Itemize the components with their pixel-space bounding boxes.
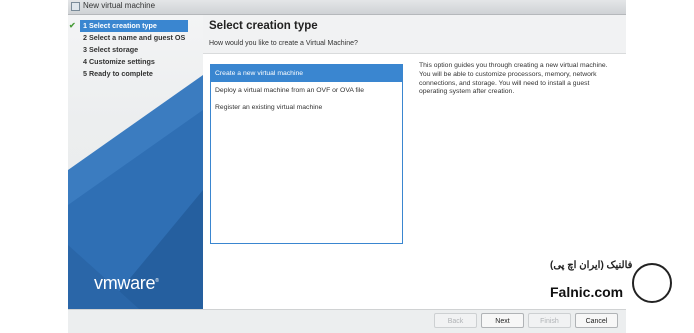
- vm-window-icon: [71, 2, 80, 11]
- step-label: 3 Select storage: [83, 45, 139, 54]
- option-deploy-ovf-ova[interactable]: Deploy a virtual machine from an OVF or …: [211, 82, 402, 99]
- falnic-logo-icon: [632, 263, 672, 303]
- next-button[interactable]: Next: [481, 313, 524, 328]
- step-label: 5 Ready to complete: [83, 69, 153, 78]
- title-bar: New virtual machine: [68, 0, 626, 15]
- checkmark-icon: ✔: [69, 21, 76, 30]
- step-label: 4 Customize settings: [83, 57, 155, 66]
- wizard-footer: Back Next Finish Cancel: [68, 309, 626, 333]
- step-list: ✔ 1 Select creation type 2 Select a name…: [68, 20, 203, 80]
- page-header: Select creation type How would you like …: [203, 15, 626, 54]
- window-title: New virtual machine: [83, 1, 156, 10]
- step-select-storage[interactable]: 3 Select storage: [68, 44, 203, 56]
- step-select-creation-type[interactable]: ✔ 1 Select creation type: [69, 20, 188, 32]
- step-label: 2 Select a name and guest OS: [83, 33, 186, 42]
- wizard-steps-panel: ✔ 1 Select creation type 2 Select a name…: [68, 15, 203, 317]
- watermark-latin-text: Falnic.com: [550, 284, 624, 300]
- option-register-existing-vm[interactable]: Register an existing virtual machine: [211, 99, 402, 116]
- page-title: Select creation type: [209, 20, 318, 32]
- step-ready-to-complete[interactable]: 5 Ready to complete: [68, 68, 203, 80]
- cancel-button[interactable]: Cancel: [575, 313, 618, 328]
- creation-type-list[interactable]: Create a new virtual machine Deploy a vi…: [210, 64, 403, 244]
- option-description: This option guides you through creating …: [419, 62, 608, 96]
- step-name-and-guest-os[interactable]: 2 Select a name and guest OS: [68, 32, 203, 44]
- step-label: 1 Select creation type: [83, 21, 157, 30]
- page-subtitle: How would you like to create a Virtual M…: [209, 40, 358, 47]
- falnic-watermark: فالنیک (ایران اچ پی) Falnic.com: [550, 260, 690, 310]
- vmware-logo: vmware®: [94, 273, 159, 293]
- new-vm-wizard-window: New virtual machine ✔ 1 Select creation …: [68, 0, 626, 333]
- finish-button[interactable]: Finish: [528, 313, 571, 328]
- watermark-persian-text: فالنیک (ایران اچ پی): [550, 260, 633, 271]
- step-customize-settings[interactable]: 4 Customize settings: [68, 56, 203, 68]
- back-button[interactable]: Back: [434, 313, 477, 328]
- option-create-new-vm[interactable]: Create a new virtual machine: [211, 65, 402, 82]
